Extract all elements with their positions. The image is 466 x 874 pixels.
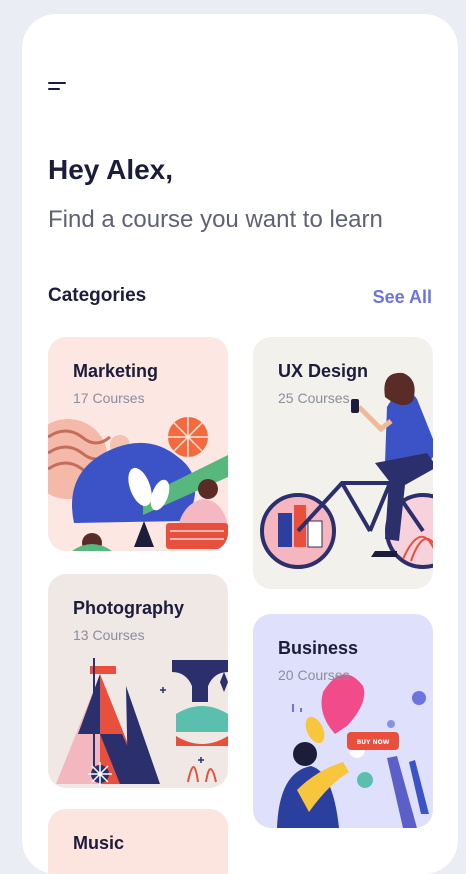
category-title: UX Design [278, 361, 369, 381]
course-count: 20 Courses [278, 667, 350, 683]
category-card-photography[interactable]: Photography 13 Courses [48, 574, 228, 788]
category-title: Business [278, 638, 359, 658]
category-title: Marketing [73, 361, 159, 381]
categories-heading: Categories [48, 285, 147, 306]
subtitle-text: Find a course you want to learn [48, 206, 383, 233]
category-card-business[interactable]: BUY NOW Business 20 Courses [253, 614, 433, 828]
course-count: 25 Courses [278, 390, 350, 406]
greeting-heading: Hey Alex, [48, 154, 174, 185]
category-title: Music [73, 833, 125, 853]
course-count: 13 Courses [73, 627, 145, 643]
hamburger-menu-icon[interactable] [48, 80, 72, 94]
buy-now-illustration-label: BUY NOW [357, 739, 390, 746]
category-title: Photography [73, 598, 184, 618]
menu-line [48, 82, 66, 84]
see-all-link[interactable]: See All [373, 287, 432, 308]
app-screen: Hey Alex, Find a course you want to lear… [22, 14, 458, 874]
category-card-music[interactable]: Music [48, 809, 228, 874]
category-card-ux-design[interactable]: UX Design 25 Courses [253, 337, 433, 589]
menu-line [48, 88, 60, 90]
course-count: 17 Courses [73, 390, 145, 406]
category-card-marketing[interactable]: Marketing 17 Courses [48, 337, 228, 551]
